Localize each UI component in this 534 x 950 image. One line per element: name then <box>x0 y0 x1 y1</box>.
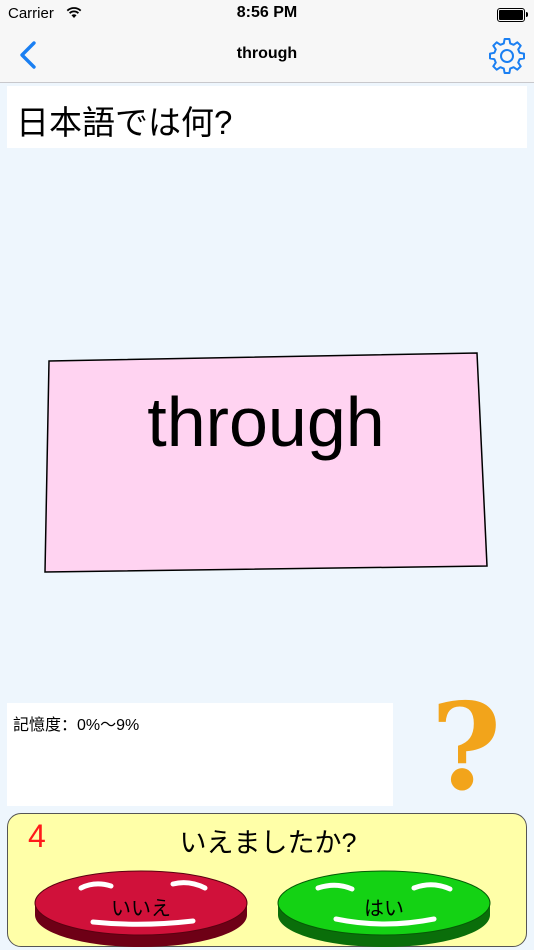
memory-level-value: 0%～9% <box>77 717 140 734</box>
gear-icon[interactable] <box>488 36 526 74</box>
memory-level-label: 記憶度： <box>13 717 78 734</box>
battery-icon <box>497 8 528 22</box>
memory-level-box: 記憶度：0%～9% <box>7 703 393 806</box>
help-question-mark-button[interactable]: ? <box>430 688 502 808</box>
question-prompt: 日本語では何? <box>7 86 527 148</box>
flashcard-word: through <box>147 383 385 461</box>
answer-prompt: いえましたか? <box>179 828 357 858</box>
navigation-bar: through <box>0 28 534 83</box>
flashcard[interactable]: through <box>44 352 488 573</box>
page-title: through <box>236 45 298 62</box>
answer-panel: 4 いえましたか? いいえ はい <box>7 813 527 947</box>
yes-button-label: はい <box>364 898 404 920</box>
clock: 8:56 PM <box>236 4 298 21</box>
no-button-label: いいえ <box>111 898 171 920</box>
no-button[interactable]: いいえ <box>33 859 249 949</box>
yes-button[interactable]: はい <box>276 859 492 949</box>
status-bar: Carrier 8:56 PM <box>0 0 534 28</box>
